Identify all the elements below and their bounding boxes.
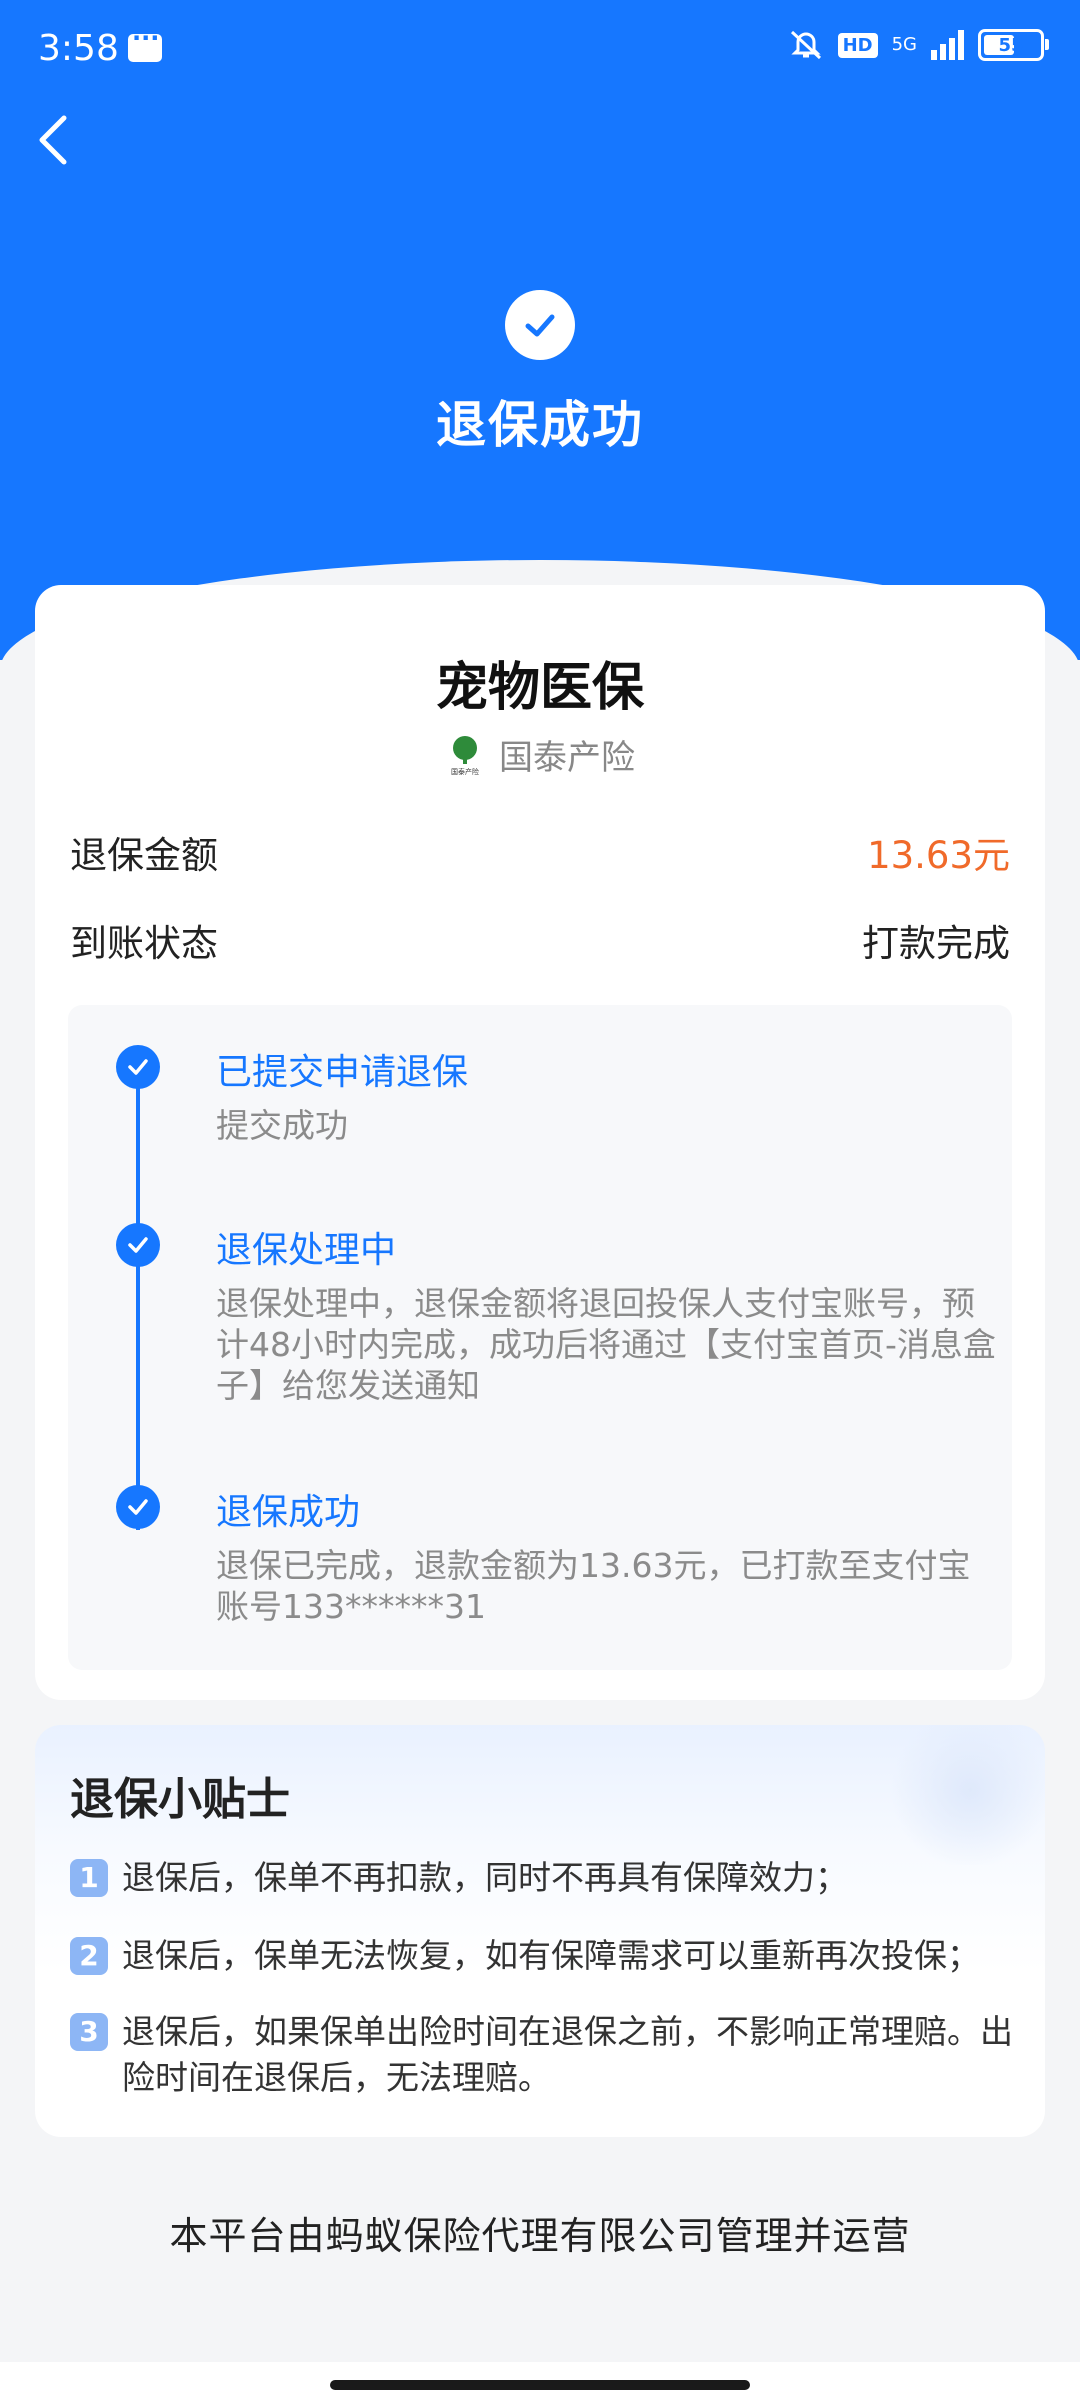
tip-item: 2 退保后，保单无法恢复，如有保障需求可以重新再次投保； [70,1933,1030,1979]
tips-card: 退保小贴士 1 退保后，保单不再扣款，同时不再具有保障效力； 2 退保后，保单无… [35,1725,1045,2137]
payment-status-value: 打款完成 [862,922,1010,965]
tip-text: 退保后，保单无法恢复，如有保障需求可以重新再次投保； [122,1936,980,1975]
tip-item: 1 退保后，保单不再扣款，同时不再具有保障效力； [70,1855,1030,1901]
progress-timeline: 已提交申请退保 提交成功 退保处理中 退保处理中，退保金额将退回投保人支付宝账号… [68,1005,1012,1670]
step-check-icon [116,1223,160,1267]
back-arrow-icon[interactable] [30,108,80,172]
platform-disclaimer: 本平台由蚂蚁保险代理有限公司管理并运营 [169,2214,911,2258]
status-indicators: HD 5G 55 [788,28,1049,62]
step-desc: 提交成功 [216,1106,348,1145]
tip-item: 3 退保后，如果保单出险时间在退保之前，不影响正常理赔。出险时间在退保后，无法理… [70,2009,1030,2101]
tip-text: 退保后，保单不再扣款，同时不再具有保障效力； [122,1858,848,1897]
insurer-name: 国泰产险 [499,738,635,778]
tip-number-badge: 1 [70,1859,108,1897]
success-check-icon [505,290,575,360]
signal-icon [931,30,964,60]
refund-amount-value: 13.63元 [867,834,1010,877]
home-indicator[interactable] [330,2380,750,2390]
page-title: 退保成功 [436,396,644,454]
refund-amount-row: 退保金额 13.63元 [70,825,1010,879]
step-desc: 退保已完成，退款金额为13.63元，已打款至支付宝账号133******31 [216,1546,971,1626]
battery-level: 55 [998,34,1024,56]
step-title: 已提交申请退保 [216,1052,469,1093]
step-check-icon [116,1485,160,1529]
tip-number-badge: 2 [70,1937,108,1975]
message-notification-icon [128,24,162,62]
step-check-icon [116,1045,160,1089]
product-name: 宠物医保 [435,658,644,718]
hd-icon: HD [837,32,878,58]
battery-icon: 55 [978,29,1049,61]
policy-card: 宠物医保 国泰产险 国泰产险 退保金额 13.63元 到账状态 打款完成 已提交… [35,585,1045,1700]
mute-icon [790,30,821,60]
insurer-row: 国泰产险 国泰产险 [35,730,1045,779]
tips-title: 退保小贴士 [70,1774,290,1825]
insurer-logo-icon: 国泰产险 [451,735,479,776]
tip-text: 退保后，如果保单出险时间在退保之前，不影响正常理赔。出险时间在退保后，无法理赔。 [122,2012,1013,2097]
tips-decoration [885,1725,1045,1865]
step-title: 退保成功 [216,1492,361,1533]
timeline-line [136,1060,140,1530]
network-label: 5G [891,34,917,55]
payment-status-label: 到账状态 [70,922,218,965]
refund-amount-label: 退保金额 [70,834,218,877]
step-title: 退保处理中 [216,1230,397,1271]
tip-number-badge: 3 [70,2013,108,2051]
status-bar: 3:58 HD 5G 55 [0,0,1080,100]
svg-text:国泰产险: 国泰产险 [451,767,479,776]
status-time: 3:58 [38,28,119,69]
step-desc: 退保处理中，退保金额将退回投保人支付宝账号，预计48小时内完成，成功后将通过【支… [216,1284,996,1405]
payment-status-row: 到账状态 打款完成 [70,913,1010,967]
